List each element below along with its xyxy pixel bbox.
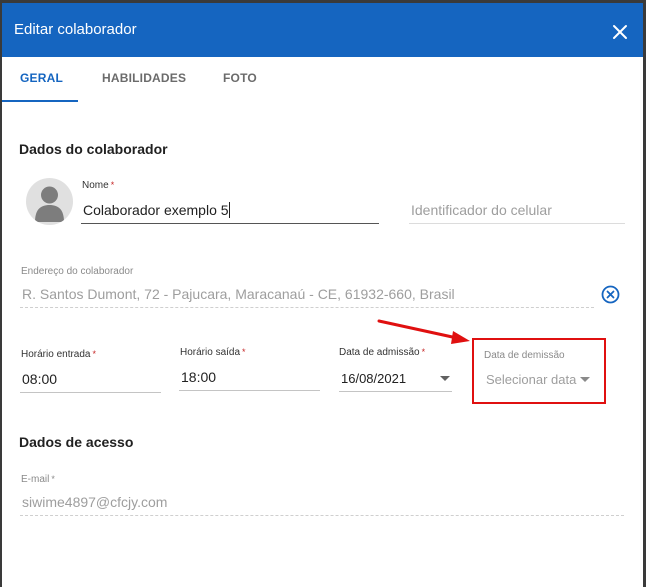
tab-habilidades[interactable]: HABILIDADES: [102, 71, 186, 85]
email-label: E-mail *: [21, 474, 55, 485]
admission-date-value: 16/08/2021: [341, 371, 407, 386]
exit-time-label: Horário saída *: [180, 347, 246, 358]
clear-address-icon[interactable]: [601, 285, 620, 304]
annotation-arrow: [377, 319, 470, 344]
section-title-collaborator: Dados do colaborador: [19, 141, 168, 157]
dialog-title: Editar colaborador: [14, 21, 137, 38]
exit-time-input[interactable]: 18:00: [179, 363, 320, 391]
close-icon[interactable]: [612, 24, 628, 40]
dialog-header: Editar colaborador: [2, 3, 643, 57]
avatar[interactable]: [26, 178, 73, 225]
address-input[interactable]: R. Santos Dumont, 72 - Pajucara, Maracan…: [20, 281, 594, 308]
edit-collaborator-dialog: Editar colaborador GERAL HABILIDADES FOT…: [2, 3, 643, 587]
highlight-box: [472, 338, 606, 404]
address-value: R. Santos Dumont, 72 - Pajucara, Maracan…: [22, 286, 455, 302]
name-label: Nome *: [82, 180, 115, 191]
name-input[interactable]: Colaborador exemplo 5: [81, 196, 379, 224]
tab-geral[interactable]: GERAL: [20, 71, 63, 85]
admission-date-select[interactable]: 16/08/2021: [339, 364, 452, 392]
name-value: Colaborador exemplo 5: [83, 202, 230, 218]
device-id-input[interactable]: Identificador do celular: [409, 196, 625, 224]
entry-time-label: Horário entrada *: [21, 349, 96, 360]
entry-time-input[interactable]: 08:00: [20, 365, 161, 393]
tab-bar: GERAL HABILIDADES FOTO: [2, 57, 643, 103]
admission-date-label: Data de admissão *: [339, 347, 426, 358]
person-icon: [35, 186, 64, 222]
email-input[interactable]: siwime4897@cfcjy.com: [20, 489, 624, 516]
entry-time-value: 08:00: [22, 371, 58, 387]
exit-time-value: 18:00: [181, 369, 217, 385]
tab-foto[interactable]: FOTO: [223, 71, 257, 85]
chevron-down-icon: [440, 376, 450, 381]
address-label: Endereço do colaborador: [21, 266, 134, 277]
device-id-placeholder: Identificador do celular: [411, 202, 552, 218]
active-tab-indicator: [2, 100, 78, 102]
email-value: siwime4897@cfcjy.com: [22, 494, 168, 510]
section-title-access: Dados de acesso: [19, 434, 134, 450]
